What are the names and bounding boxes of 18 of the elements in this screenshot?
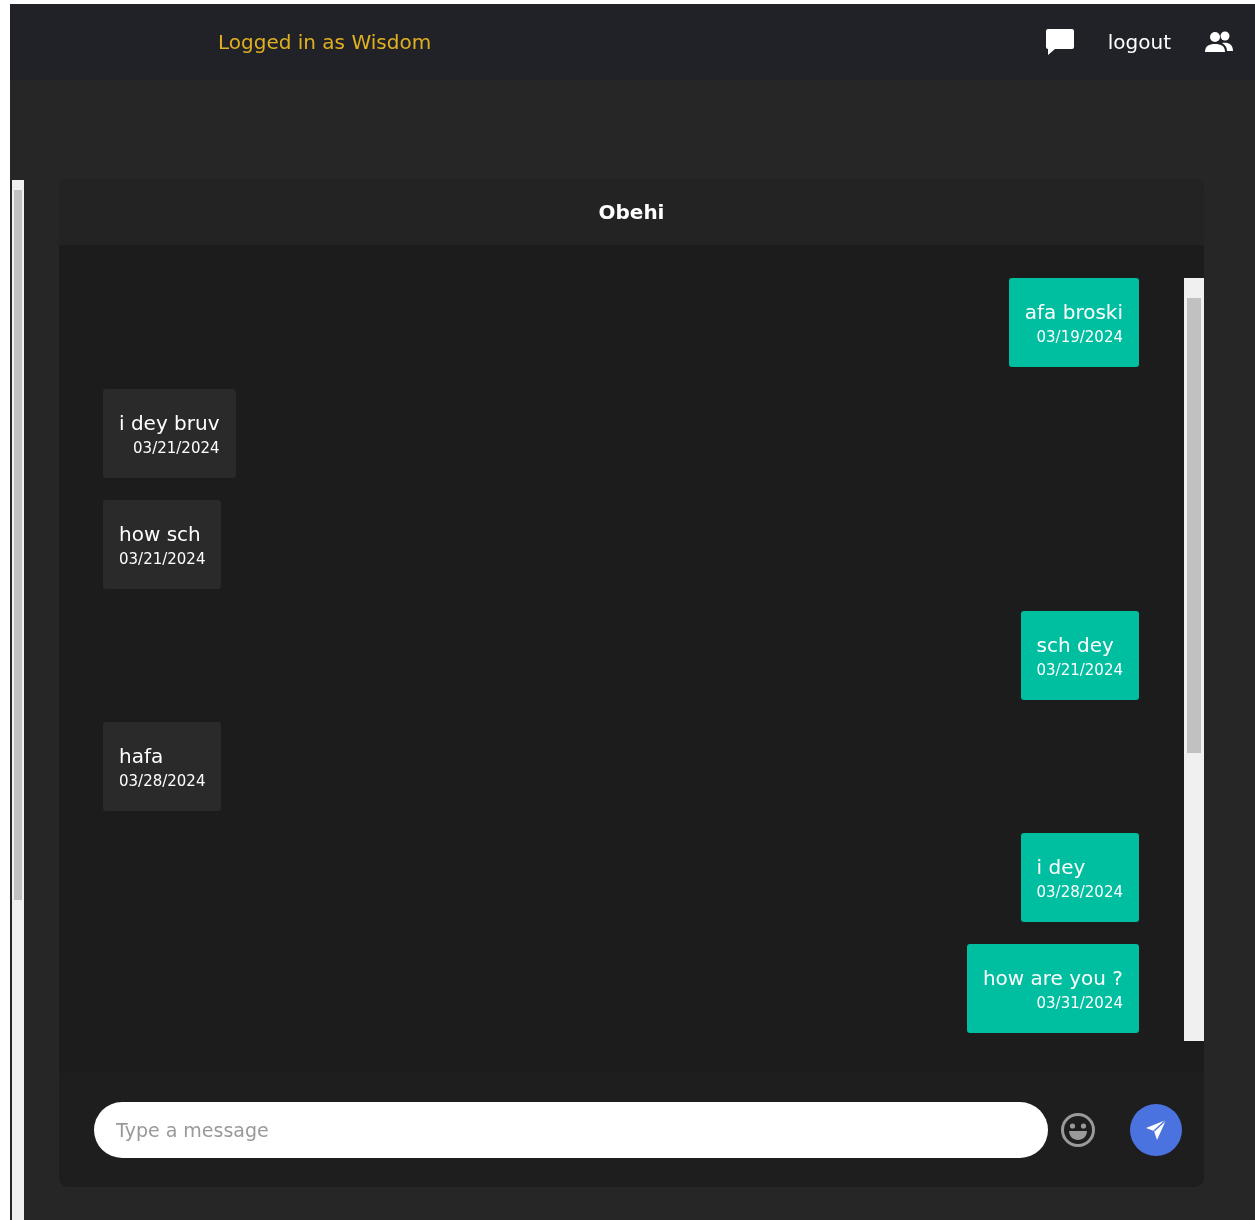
- page-scrollbar[interactable]: [12, 180, 24, 1220]
- send-button[interactable]: [1130, 1104, 1182, 1156]
- message-bubble: how sch 03/21/2024: [103, 500, 222, 589]
- message-bubble: i dey 03/28/2024: [1020, 833, 1139, 922]
- message-input[interactable]: Type a message: [94, 1102, 1048, 1158]
- message-bubble: hafa 03/28/2024: [103, 722, 222, 811]
- emoji-icon[interactable]: [1060, 1112, 1096, 1148]
- logged-in-label: Logged in as Wisdom: [218, 30, 432, 54]
- send-icon: [1144, 1118, 1168, 1142]
- users-icon[interactable]: [1205, 31, 1233, 53]
- chat-title: Obehi: [598, 200, 665, 224]
- logout-link[interactable]: logout: [1107, 30, 1171, 54]
- message-scrollbar[interactable]: [1184, 278, 1204, 1041]
- message-bubble: afa broski 03/19/2024: [1008, 278, 1139, 367]
- chat-icon[interactable]: [1045, 29, 1074, 55]
- message-bubble: sch dey 03/21/2024: [1020, 611, 1139, 700]
- message-bubble: i dey bruv 03/21/2024: [103, 389, 236, 478]
- message-bubble: how are you ? 03/31/2024: [966, 944, 1139, 1033]
